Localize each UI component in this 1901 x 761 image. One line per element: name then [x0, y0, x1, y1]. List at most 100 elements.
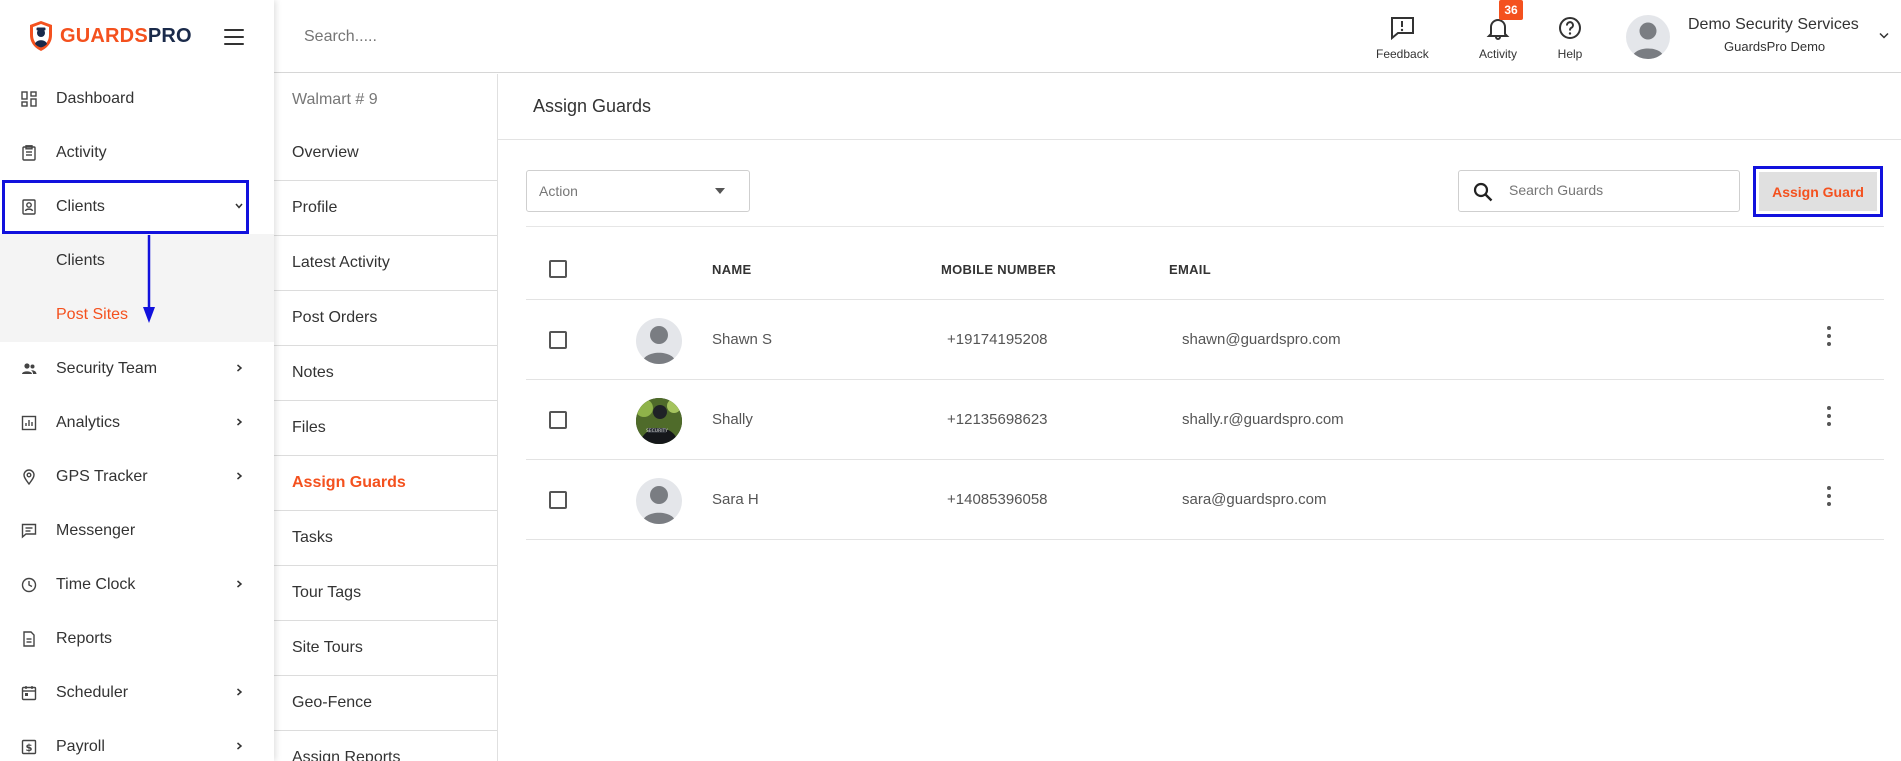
sidebar-item-scheduler[interactable]: Scheduler — [0, 666, 274, 720]
table-row[interactable]: SECURITY Shally +12135698623 shally.r@gu… — [526, 380, 1884, 460]
sidebar-item-dashboard[interactable]: Dashboard — [0, 72, 274, 126]
search-guards-input[interactable] — [1509, 182, 1729, 198]
submenu-item-post-sites[interactable]: Post Sites — [0, 288, 274, 342]
column-header-email[interactable]: EMAIL — [1169, 262, 1211, 277]
user-silhouette-icon — [1632, 22, 1664, 59]
help-icon — [1559, 17, 1581, 39]
tab-assign-guards[interactable]: Assign Guards — [274, 456, 497, 511]
sidebar: GUARDSPRO Dashboard Activity Clients Cli… — [0, 0, 274, 761]
user-organization: GuardsPro Demo — [1724, 39, 1826, 54]
svg-text:$: $ — [26, 743, 33, 754]
select-all-checkbox[interactable] — [549, 260, 567, 278]
dashboard-icon — [21, 91, 37, 107]
tab-tasks[interactable]: Tasks — [274, 511, 497, 566]
sidebar-item-reports[interactable]: Reports — [0, 612, 274, 666]
sidebar-item-analytics[interactable]: Analytics — [0, 396, 274, 450]
help-label: Help — [1557, 47, 1583, 61]
feedback-icon — [1391, 17, 1415, 40]
sidebar-item-payroll[interactable]: $ Payroll — [0, 720, 274, 761]
notification-badge: 36 — [1499, 0, 1523, 20]
sidebar-item-label: GPS Tracker — [56, 468, 148, 485]
payroll-icon: $ — [21, 739, 37, 755]
sidebar-item-time-clock[interactable]: Time Clock — [0, 558, 274, 612]
annotation-arrow-icon — [143, 235, 155, 323]
tab-files[interactable]: Files — [274, 401, 497, 456]
guard-name: Shawn S — [712, 331, 773, 348]
chevron-right-icon — [237, 472, 243, 480]
feedback-button[interactable]: Feedback — [1376, 16, 1429, 61]
sidebar-item-label: Activity — [56, 144, 107, 161]
sidebar-nav: Dashboard Activity Clients Clients Post … — [0, 72, 274, 761]
table-header: NAME MOBILE NUMBER EMAIL — [526, 242, 1884, 300]
main-content: Assign Guards Action Assign Guard NAME M… — [498, 74, 1901, 761]
sidebar-item-gps-tracker[interactable]: GPS Tracker — [0, 450, 274, 504]
guard-avatar — [636, 318, 682, 364]
page-title: Assign Guards — [498, 74, 1901, 140]
action-dropdown-label: Action — [539, 183, 578, 199]
clipboard-icon — [22, 145, 36, 161]
sidebar-item-label: Reports — [56, 630, 113, 647]
calendar-icon — [21, 686, 37, 701]
sidebar-item-label: Analytics — [56, 414, 121, 431]
guard-mobile: +14085396058 — [947, 491, 1048, 508]
row-checkbox[interactable] — [549, 331, 567, 349]
guard-email: shally.r@guardspro.com — [1182, 411, 1344, 428]
activity-button[interactable]: 36 Activity — [1479, 0, 1523, 61]
sidebar-item-clients[interactable]: Clients — [2, 180, 249, 234]
clients-submenu: Clients Post Sites — [0, 234, 274, 342]
team-icon — [22, 363, 37, 374]
user-silhouette-icon — [642, 326, 676, 364]
sidebar-item-messenger[interactable]: Messenger — [0, 504, 274, 558]
user-name[interactable]: Demo Security Services — [1688, 16, 1859, 34]
chevron-right-icon — [237, 742, 243, 750]
table-row[interactable]: Sara H +14085396058 sara@guardspro.com — [526, 460, 1884, 540]
search-guards-box — [1458, 170, 1740, 212]
submenu-item-label: Post Sites — [56, 306, 129, 323]
tab-overview[interactable]: Overview — [274, 126, 497, 181]
tab-site-tours[interactable]: Site Tours — [274, 621, 497, 676]
table-row[interactable]: Shawn S +19174195208 shawn@guardspro.com — [526, 300, 1884, 380]
assign-guard-button[interactable]: Assign Guard — [1759, 172, 1877, 211]
submenu-item-clients[interactable]: Clients — [0, 234, 274, 288]
activity-label: Activity — [1479, 47, 1518, 61]
analytics-icon — [21, 415, 37, 431]
submenu-item-label: Clients — [56, 252, 105, 269]
global-search-input[interactable] — [304, 28, 604, 46]
more-options-icon[interactable] — [1824, 406, 1834, 430]
tab-tour-tags[interactable]: Tour Tags — [274, 566, 497, 621]
tab-post-orders[interactable]: Post Orders — [274, 291, 497, 346]
user-avatar[interactable] — [1626, 15, 1670, 59]
sidebar-item-security-team[interactable]: Security Team — [0, 342, 274, 396]
tab-latest-activity[interactable]: Latest Activity — [274, 236, 497, 291]
sidebar-item-label: Clients — [56, 198, 105, 215]
clients-icon — [22, 199, 36, 215]
chevron-right-icon — [237, 580, 243, 588]
row-checkbox[interactable] — [549, 491, 567, 509]
action-dropdown[interactable]: Action — [526, 170, 750, 212]
sidebar-item-label: Time Clock — [56, 576, 136, 593]
user-silhouette-icon — [642, 486, 676, 524]
tab-notes[interactable]: Notes — [274, 346, 497, 401]
menu-toggle-icon[interactable] — [224, 29, 244, 45]
guard-name: Sara H — [712, 491, 759, 508]
logo-text: GUARDSPRO — [60, 24, 192, 47]
tab-geo-fence[interactable]: Geo-Fence — [274, 676, 497, 731]
assign-guard-highlight: Assign Guard — [1753, 166, 1883, 217]
more-options-icon[interactable] — [1824, 326, 1834, 350]
guard-name: Shally — [712, 411, 753, 428]
sidebar-item-label: Scheduler — [56, 684, 129, 701]
help-button[interactable]: Help — [1557, 16, 1583, 61]
logo[interactable]: GUARDSPRO — [28, 18, 192, 54]
sidebar-item-label: Messenger — [56, 522, 136, 539]
column-header-name[interactable]: NAME — [712, 262, 751, 277]
chevron-down-icon[interactable] — [1879, 32, 1889, 40]
more-options-icon[interactable] — [1824, 486, 1834, 510]
sidebar-item-activity[interactable]: Activity — [0, 126, 274, 180]
top-bar: Feedback 36 Activity Help Demo Security … — [274, 0, 1901, 73]
tab-profile[interactable]: Profile — [274, 181, 497, 236]
chevron-right-icon — [237, 418, 243, 426]
tab-assign-reports[interactable]: Assign Reports — [274, 731, 497, 761]
column-header-mobile[interactable]: MOBILE NUMBER — [941, 262, 1056, 277]
divider — [526, 226, 1884, 227]
row-checkbox[interactable] — [549, 411, 567, 429]
